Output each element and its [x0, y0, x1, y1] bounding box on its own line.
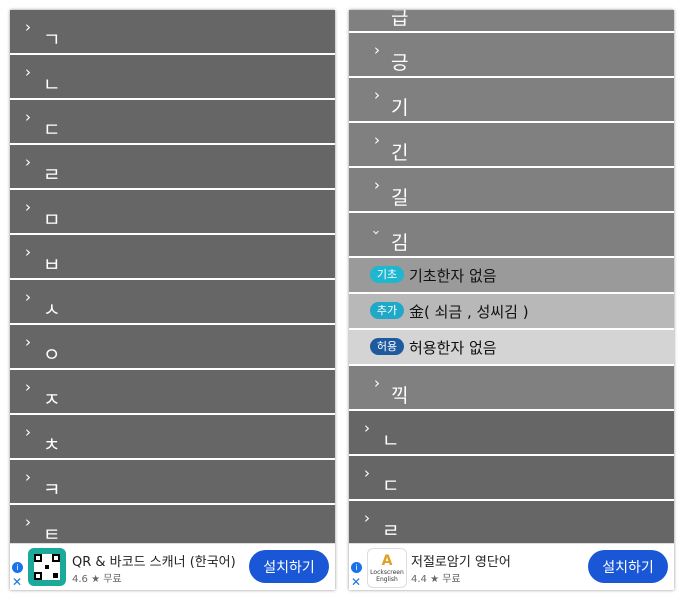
chevron-right-icon: ›	[25, 198, 31, 216]
list-item[interactable]: › 기	[349, 78, 674, 123]
chevron-right-icon: ›	[374, 41, 380, 59]
chevron-right-icon: ›	[25, 153, 31, 171]
category-badge: 허용	[370, 338, 404, 355]
list-item[interactable]: › ㄷ	[10, 100, 335, 145]
left-phone-panel: › ㄱ › ㄴ › ㄷ › ㄹ › ㅁ › ㅂ › ㅅ › ㅇ › ㅈ › ㅊ › ㅋ › ㅌ i ✕ QR & 바코드 스캐…	[10, 10, 335, 590]
category-badge: 추가	[370, 302, 404, 319]
chevron-right-icon: ›	[374, 10, 380, 13]
list-item[interactable]: › ㄴ	[349, 411, 674, 456]
close-icon[interactable]: ✕	[351, 575, 361, 589]
list-item-label: 김	[391, 232, 409, 254]
chevron-right-icon: ›	[25, 243, 31, 261]
list-item[interactable]: › ㄷ	[349, 456, 674, 501]
list-item-label: ㅅ	[43, 299, 61, 321]
icon-line: English	[376, 575, 398, 583]
ad-banner[interactable]: i ✕ A Lockscreen English 저절로암기 영단어 4.4 ★…	[349, 543, 674, 590]
list-item[interactable]: › ㅂ	[10, 235, 335, 280]
install-button[interactable]: 설치하기	[588, 550, 668, 583]
list-item[interactable]: › ㄹ	[349, 501, 674, 546]
ad-app-name[interactable]: 저절로암기 영단어	[411, 551, 511, 570]
ad-banner[interactable]: i ✕ QR & 바코드 스캐너 (한국어) 4.6 ★ 무료 설치하기	[10, 543, 335, 590]
chevron-right-icon: ›	[25, 378, 31, 396]
ad-rating: 4.6 ★ 무료	[72, 574, 122, 585]
list-item-label: ㅂ	[43, 254, 61, 276]
hanja-detail-row: 허용 허용한자 없음	[349, 330, 674, 366]
chevron-right-icon: ›	[364, 464, 370, 482]
list-item[interactable]: › 긍	[349, 33, 674, 78]
list-item[interactable]: › 긴	[349, 123, 674, 168]
chevron-right-icon: ›	[25, 468, 31, 486]
list-item-label: ㅈ	[43, 389, 61, 411]
chevron-right-icon: ›	[25, 513, 31, 531]
hanja-detail-text: 허용한자 없음	[409, 339, 497, 357]
list-item-label: 긍	[391, 52, 409, 74]
chevron-right-icon: ›	[374, 176, 380, 194]
list-item[interactable]: › 끽	[349, 366, 674, 411]
list-item[interactable]: › ㅊ	[10, 415, 335, 460]
list-item[interactable]: › ㅇ	[10, 325, 335, 370]
list-item[interactable]: › ㅅ	[10, 280, 335, 325]
ad-app-name[interactable]: QR & 바코드 스캐너 (한국어)	[72, 551, 236, 570]
chevron-right-icon: ›	[374, 374, 380, 392]
icon-line: Lockscreen	[370, 568, 404, 576]
chevron-right-icon: ›	[25, 18, 31, 36]
chevron-right-icon: ›	[364, 509, 370, 527]
chevron-right-icon: ›	[25, 423, 31, 441]
list-item[interactable]: › ㄹ	[10, 145, 335, 190]
syllable-list: ›급›긍›기›긴›길›김기초기초한자 없음추가金( 쇠금 , 성씨김 )허용허용…	[349, 10, 674, 590]
list-item-label: ㄷ	[382, 475, 400, 497]
chevron-right-icon: ›	[25, 288, 31, 306]
consonant-list: › ㄱ › ㄴ › ㄷ › ㄹ › ㅁ › ㅂ › ㅅ › ㅇ › ㅈ › ㅊ › ㅋ › ㅌ	[10, 10, 335, 550]
chevron-right-icon: ›	[364, 419, 370, 437]
list-item-label: ㄹ	[43, 164, 61, 186]
category-badge: 기초	[370, 266, 404, 283]
info-icon[interactable]: i	[351, 562, 362, 573]
info-icon[interactable]: i	[12, 562, 23, 573]
hanja-detail-text: 기초한자 없음	[409, 267, 497, 285]
list-item[interactable]: ›ㅁ	[10, 190, 335, 235]
install-button[interactable]: 설치하기	[249, 550, 329, 583]
list-item-label: ㄱ	[43, 29, 61, 51]
close-icon[interactable]: ✕	[12, 575, 22, 589]
ad-rating: 4.4 ★ 무료	[411, 574, 461, 585]
hanja-detail-row: 추가 金( 쇠금 , 성씨김 )	[349, 294, 674, 330]
list-item-expanded[interactable]: › 김	[349, 213, 674, 258]
list-item-label: ㄴ	[382, 430, 400, 452]
list-item[interactable]: ›급	[349, 10, 674, 33]
chevron-right-icon: ›	[374, 86, 380, 104]
list-item[interactable]: › ㅋ	[10, 460, 335, 505]
list-item[interactable]: › 길	[349, 168, 674, 213]
chevron-right-icon: ›	[25, 108, 31, 126]
list-item[interactable]: › ㅈ	[10, 370, 335, 415]
chevron-right-icon: ›	[25, 333, 31, 351]
list-item-label: 끽	[391, 385, 409, 407]
list-item-label: 길	[391, 187, 409, 209]
chevron-right-icon: ›	[25, 63, 31, 81]
list-item-label: ㅇ	[43, 344, 61, 366]
qr-app-icon[interactable]	[28, 548, 66, 586]
list-item-label: ㄴ	[43, 74, 61, 96]
chevron-down-icon: ›	[368, 229, 384, 236]
chevron-right-icon: ›	[374, 131, 380, 149]
hanja-detail-text: 金( 쇠금 , 성씨김 )	[409, 303, 529, 321]
list-item-label: ㅋ	[43, 479, 61, 501]
list-item-label: 기	[391, 97, 409, 119]
list-item-label: ㅁ	[43, 209, 61, 231]
right-phone-panel: ›급›긍›기›긴›길›김기초기초한자 없음추가金( 쇠금 , 성씨김 )허용허용…	[349, 10, 674, 590]
list-item[interactable]: › ㄴ	[10, 55, 335, 100]
hanja-detail-row: 기초 기초한자 없음	[349, 258, 674, 294]
list-item-label: 급	[391, 10, 409, 29]
lockscreen-app-icon[interactable]: A Lockscreen English	[367, 548, 407, 588]
list-item-label: ㄹ	[382, 520, 400, 542]
list-item-label: ㅊ	[43, 434, 61, 456]
list-item-label: 긴	[391, 142, 409, 164]
list-item[interactable]: › ㄱ	[10, 10, 335, 55]
list-item-label: ㄷ	[43, 119, 61, 141]
